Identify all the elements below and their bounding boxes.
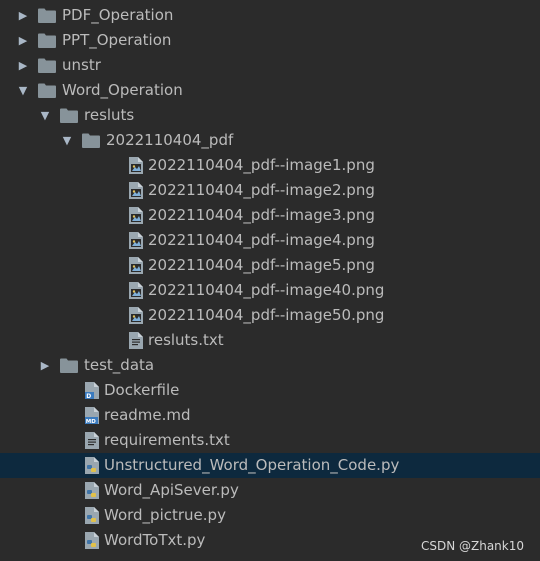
tree-file-row[interactable]: 2022110404_pdf--image40.png <box>0 278 540 303</box>
python-file-icon <box>85 507 103 524</box>
watermark: CSDN @Zhank10 <box>420 539 524 553</box>
collapse-right-icon[interactable]: ▶ <box>38 353 52 378</box>
image-file-icon <box>129 207 147 224</box>
tree-file-row[interactable]: requirements.txt <box>0 428 540 453</box>
tree-file-row[interactable]: 2022110404_pdf--image2.png <box>0 178 540 203</box>
image-file-icon <box>129 232 147 249</box>
tree-item-label: Unstructured_Word_Operation_Code.py <box>104 456 400 474</box>
collapse-right-icon[interactable]: ▶ <box>16 53 30 78</box>
tree-item-label: 2022110404_pdf <box>106 131 234 149</box>
image-file-icon <box>129 257 147 274</box>
tree-file-row[interactable]: Word_ApiSever.py <box>0 478 540 503</box>
tree-item-label: 2022110404_pdf--image1.png <box>148 156 375 174</box>
folder-icon <box>38 8 56 25</box>
tree-file-row[interactable]: 2022110404_pdf--image4.png <box>0 228 540 253</box>
collapse-right-icon[interactable]: ▶ <box>16 3 30 28</box>
tree-item-label: 2022110404_pdf--image50.png <box>148 306 385 324</box>
tree-folder-row[interactable]: ▶ unstr <box>0 53 540 78</box>
tree-item-label: Word_ApiSever.py <box>104 481 239 499</box>
tree-file-row[interactable]: 2022110404_pdf--image5.png <box>0 253 540 278</box>
tree-file-row[interactable]: MD readme.md <box>0 403 540 428</box>
expand-down-icon[interactable]: ▼ <box>16 78 30 103</box>
tree-item-label: Word_pictrue.py <box>104 506 226 524</box>
tree-item-label: resluts <box>84 106 135 124</box>
dockerfile-icon: D <box>85 382 103 399</box>
svg-text:MD: MD <box>86 419 96 424</box>
folder-icon <box>60 358 78 375</box>
tree-item-label: unstr <box>62 56 101 74</box>
folder-icon <box>38 33 56 50</box>
tree-file-row[interactable]: 2022110404_pdf--image50.png <box>0 303 540 328</box>
folder-icon <box>82 133 100 150</box>
folder-icon <box>38 58 56 75</box>
tree-item-label: Word_Operation <box>62 81 183 99</box>
tree-folder-row[interactable]: ▶ PDF_Operation <box>0 3 540 28</box>
tree-file-row[interactable]: Unstructured_Word_Operation_Code.py <box>0 453 540 478</box>
tree-folder-row[interactable]: ▶ PPT_Operation <box>0 28 540 53</box>
svg-text:D: D <box>86 393 91 399</box>
tree-item-label: PPT_Operation <box>62 31 172 49</box>
expand-down-icon[interactable]: ▼ <box>38 103 52 128</box>
project-tree: ▶ PDF_Operation ▶ PPT_Operation ▶ unstr ▼ Word_… <box>0 3 540 553</box>
markdown-file-icon: MD <box>85 407 103 424</box>
tree-item-label: 2022110404_pdf--image5.png <box>148 256 375 274</box>
tree-file-row[interactable]: D Dockerfile <box>0 378 540 403</box>
python-file-icon <box>85 457 103 474</box>
python-file-icon <box>85 482 103 499</box>
expand-down-icon[interactable]: ▼ <box>60 128 74 153</box>
image-file-icon <box>129 282 147 299</box>
tree-item-label: resluts.txt <box>148 331 224 349</box>
tree-item-label: readme.md <box>104 406 191 424</box>
tree-file-row[interactable]: 2022110404_pdf--image1.png <box>0 153 540 178</box>
text-file-icon <box>129 332 147 349</box>
tree-item-label: requirements.txt <box>104 431 230 449</box>
tree-folder-row[interactable]: ▶ test_data <box>0 353 540 378</box>
tree-item-label: test_data <box>84 356 155 374</box>
python-file-icon <box>85 532 103 549</box>
tree-file-row[interactable]: resluts.txt <box>0 328 540 353</box>
tree-item-label: 2022110404_pdf--image40.png <box>148 281 385 299</box>
image-file-icon <box>129 307 147 324</box>
tree-item-label: 2022110404_pdf--image3.png <box>148 206 375 224</box>
folder-icon <box>60 108 78 125</box>
tree-file-row[interactable]: Word_pictrue.py <box>0 503 540 528</box>
tree-item-label: Dockerfile <box>104 381 180 399</box>
text-file-icon <box>85 432 103 449</box>
tree-item-label: WordToTxt.py <box>104 531 206 549</box>
folder-icon <box>38 83 56 100</box>
collapse-right-icon[interactable]: ▶ <box>16 28 30 53</box>
tree-item-label: 2022110404_pdf--image2.png <box>148 181 375 199</box>
tree-item-label: PDF_Operation <box>62 6 174 24</box>
tree-folder-row[interactable]: ▼ Word_Operation <box>0 78 540 103</box>
tree-item-label: 2022110404_pdf--image4.png <box>148 231 375 249</box>
image-file-icon <box>129 157 147 174</box>
tree-folder-row[interactable]: ▼ resluts <box>0 103 540 128</box>
tree-folder-row[interactable]: ▼ 2022110404_pdf <box>0 128 540 153</box>
tree-file-row[interactable]: 2022110404_pdf--image3.png <box>0 203 540 228</box>
image-file-icon <box>129 182 147 199</box>
